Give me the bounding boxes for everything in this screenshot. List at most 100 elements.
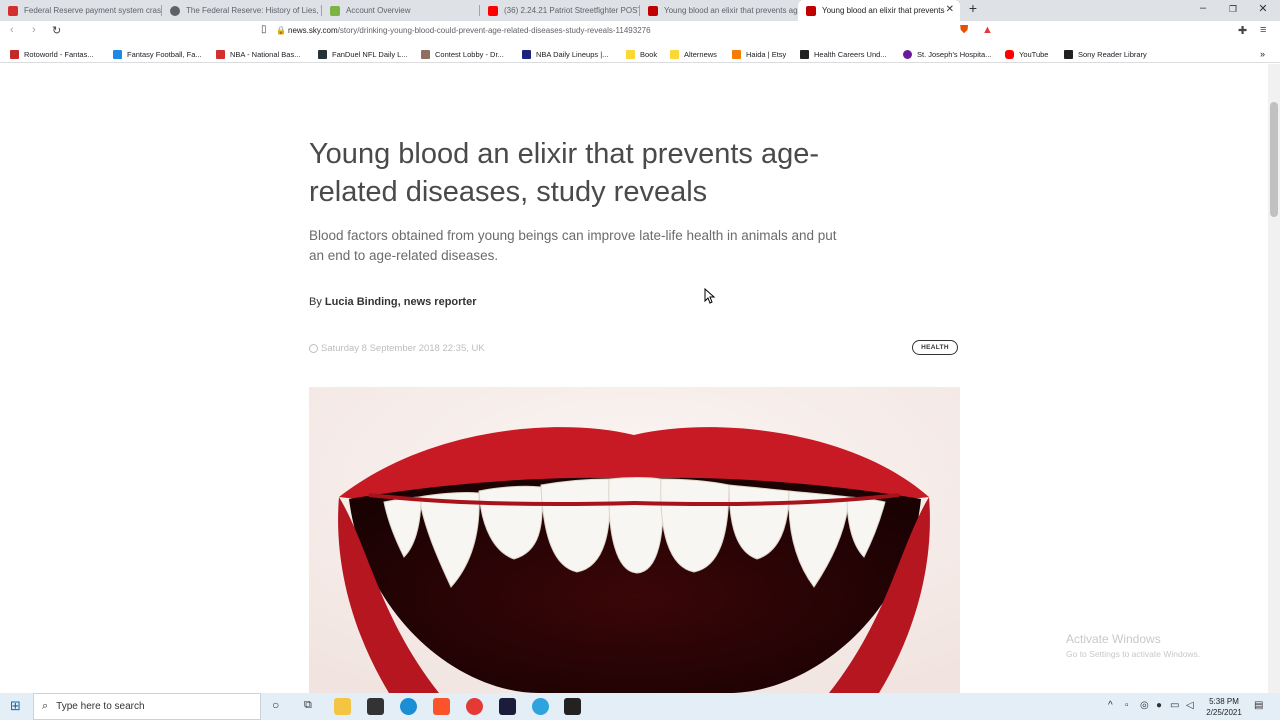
url-host: news.sky.com — [288, 26, 338, 35]
tab-active[interactable]: Young blood an elixir that prevents ✕ — [798, 0, 960, 21]
microphone-icon[interactable]: ● — [1156, 700, 1162, 711]
windows-taskbar: ⊞ ⌕ Type here to search ○ ⧉ ^ ▫ ◎ ● ▭ ◁ … — [0, 693, 1280, 720]
show-hidden-icons-icon[interactable]: ^ — [1108, 700, 1113, 711]
brave-rewards-icon[interactable]: ▲ — [982, 24, 993, 36]
page-scrollbar[interactable] — [1268, 64, 1280, 693]
tray-icon[interactable]: ▫ — [1125, 700, 1129, 711]
bookmark-item[interactable]: FanDuel NFL Daily L... — [318, 48, 408, 60]
youtube-icon — [488, 5, 498, 16]
bookmark-item[interactable]: Sony Reader Library — [1064, 48, 1147, 60]
clock-icon — [309, 344, 318, 353]
notifications-icon[interactable]: ▤ — [1254, 700, 1263, 711]
bookmark-favicon-icon — [318, 49, 327, 59]
new-tab-button[interactable]: + — [958, 0, 988, 16]
file-explorer-icon[interactable] — [334, 698, 351, 715]
network-icon[interactable]: ▭ — [1170, 700, 1179, 711]
scrollbar-thumb[interactable] — [1270, 102, 1278, 217]
tab-strip: Federal Reserve payment system crash The… — [0, 0, 1280, 21]
url-path: /story/drinking-young-blood-could-preven… — [337, 26, 651, 35]
cortana-icon[interactable]: ○ — [272, 698, 279, 712]
tab-title: (36) 2.24.21 Patriot Streetfighter POST — [504, 6, 640, 15]
bookmarks-bar: Rotoworld - Fantas... Fantasy Football, … — [0, 43, 1280, 63]
app-icon[interactable] — [532, 698, 549, 715]
bookmark-folder[interactable]: Book — [626, 48, 657, 60]
menu-icon[interactable]: ≡ — [1260, 24, 1266, 36]
tab-title: Account Overview — [346, 6, 411, 15]
activate-windows-watermark: Activate Windows Go to Settings to activ… — [1066, 632, 1201, 659]
tab-title: Young blood an elixir that prevents ag — [664, 6, 798, 15]
bookmark-icon[interactable]: ▯ — [261, 24, 267, 35]
globe-icon — [170, 5, 180, 16]
app-icon[interactable] — [499, 698, 516, 715]
folder-icon — [626, 49, 635, 59]
edge-icon[interactable] — [400, 698, 417, 715]
bookmark-item[interactable]: Rotoworld - Fantas... — [10, 48, 94, 60]
mouse-cursor-icon — [704, 288, 716, 304]
chrome-icon[interactable] — [466, 698, 483, 715]
back-icon[interactable]: ‹ — [10, 24, 14, 36]
bookmark-favicon-icon — [113, 49, 122, 59]
url-field[interactable]: news.sky.com/story/drinking-young-blood-… — [288, 26, 651, 35]
bookmark-item[interactable]: Contest Lobby - Dr... — [421, 48, 504, 60]
reload-icon[interactable]: ↻ — [52, 24, 61, 37]
minimize-button[interactable]: – — [1188, 2, 1218, 14]
forward-icon[interactable]: › — [32, 24, 36, 36]
tab-2[interactable]: The Federal Reserve: History of Lies, T — [162, 0, 322, 21]
system-clock[interactable]: 5:38 PM 2/25/2021 — [1203, 696, 1245, 718]
task-view-icon[interactable]: ⧉ — [304, 699, 312, 712]
tab-3[interactable]: Account Overview — [322, 0, 480, 21]
folder-icon — [670, 49, 679, 59]
bookmark-favicon-icon — [10, 49, 19, 59]
sky-news-icon — [648, 5, 658, 16]
bookmark-favicon-icon — [421, 49, 430, 59]
bookmark-favicon-icon — [800, 49, 809, 59]
close-tab-icon[interactable]: ✕ — [946, 4, 954, 15]
article-hero-image — [309, 387, 960, 693]
tab-title: Young blood an elixir that prevents — [822, 6, 945, 15]
tab-5[interactable]: Young blood an elixir that prevents ag — [640, 0, 798, 21]
extensions-icon[interactable]: ✚ — [1238, 24, 1247, 37]
lock-icon: 🔒 — [276, 26, 286, 35]
taskbar-search-box[interactable]: ⌕ Type here to search — [33, 693, 261, 720]
bookmark-item[interactable]: NBA - National Bas... — [216, 48, 300, 60]
category-tag[interactable]: HEALTH — [912, 340, 958, 355]
tab-favicon-icon — [8, 5, 18, 16]
bookmark-folder[interactable]: Alternews — [670, 48, 717, 60]
article-headline: Young blood an elixir that prevents age-… — [309, 138, 820, 208]
address-bar-row: ‹ › ↻ ▯ 🔒 news.sky.com/story/drinking-yo… — [0, 21, 1280, 43]
app-icon[interactable] — [564, 698, 581, 715]
bookmark-favicon-icon — [216, 49, 225, 59]
bookmark-item[interactable]: Fantasy Football, Fa... — [113, 48, 202, 60]
article-subheading: Blood factors obtained from young beings… — [309, 228, 837, 263]
windows-start-icon[interactable]: ⊞ — [10, 698, 21, 714]
tab-title: The Federal Reserve: History of Lies, T — [186, 6, 322, 15]
bookmark-favicon-icon — [732, 49, 741, 59]
tab-favicon-icon — [330, 5, 340, 16]
vampire-mouth-illustration — [309, 387, 960, 693]
bookmark-favicon-icon — [1064, 49, 1073, 59]
search-icon: ⌕ — [42, 700, 49, 712]
tab-4[interactable]: (36) 2.24.21 Patriot Streetfighter POST — [480, 0, 640, 21]
more-bookmarks-icon[interactable]: » — [1260, 48, 1265, 60]
store-icon[interactable] — [367, 698, 384, 715]
bookmark-favicon-icon — [903, 49, 912, 59]
volume-icon[interactable]: ◁ — [1186, 700, 1194, 711]
tab-title: Federal Reserve payment system crash — [24, 6, 162, 15]
bookmark-item[interactable]: Health Careers Und... — [800, 48, 887, 60]
brave-icon[interactable] — [433, 698, 450, 715]
article-date: Saturday 8 September 2018 22:35, UK — [309, 343, 485, 354]
bookmark-favicon-icon — [522, 49, 531, 59]
close-window-button[interactable]: ✕ — [1248, 2, 1278, 15]
brave-shield-icon[interactable]: ⛊ — [960, 24, 968, 37]
bookmark-item[interactable]: YouTube — [1005, 48, 1048, 60]
restore-button[interactable]: ❐ — [1218, 4, 1248, 15]
bookmark-item[interactable]: Haida | Etsy — [732, 48, 786, 60]
bookmark-item[interactable]: St. Joseph's Hospita... — [903, 48, 991, 60]
tray-icon[interactable]: ◎ — [1140, 700, 1149, 711]
article-byline: By Lucia Binding, news reporter — [309, 296, 477, 308]
sky-news-icon — [806, 5, 816, 16]
tab-1[interactable]: Federal Reserve payment system crash — [0, 0, 162, 21]
author-name[interactable]: Lucia Binding, news reporter — [325, 296, 477, 308]
youtube-icon — [1005, 49, 1014, 59]
bookmark-item[interactable]: NBA Daily Lineups |... — [522, 48, 608, 60]
